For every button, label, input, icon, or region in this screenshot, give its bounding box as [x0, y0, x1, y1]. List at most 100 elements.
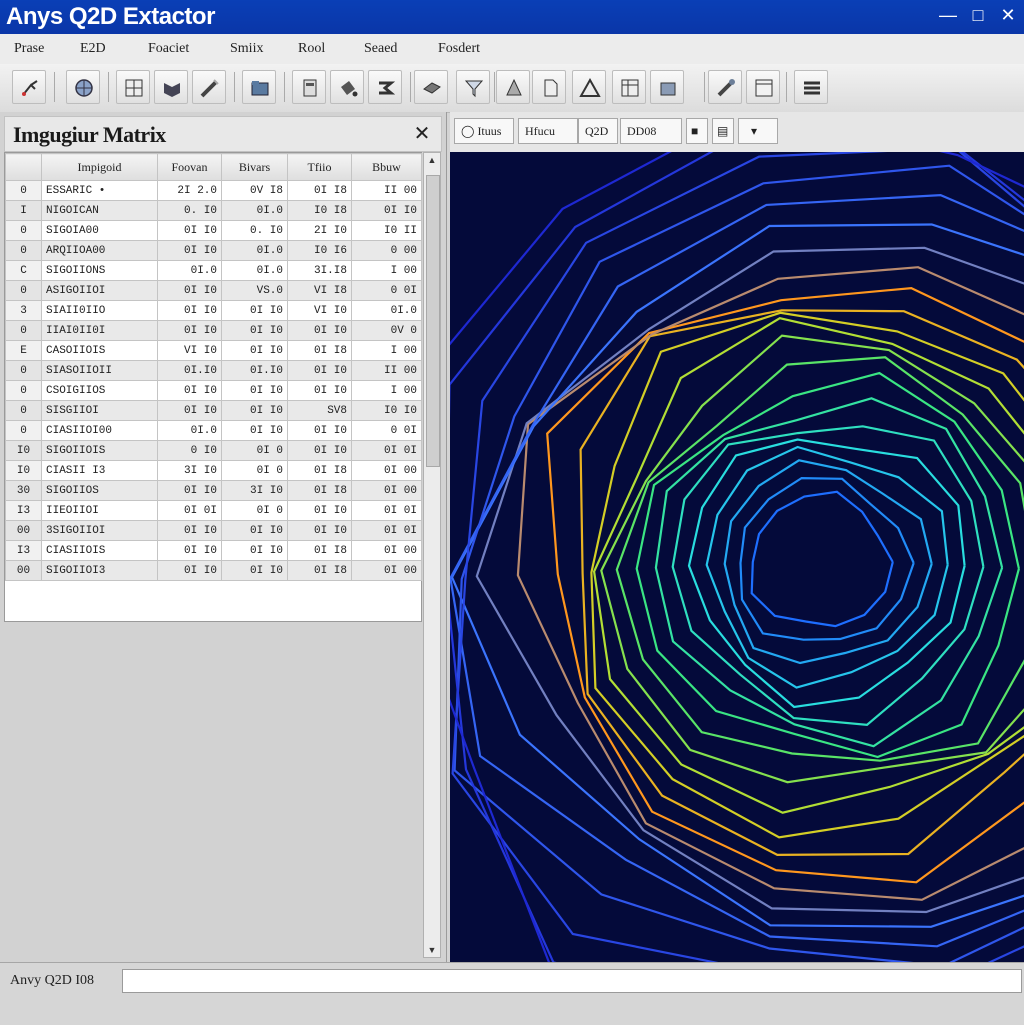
toolbar-separator — [108, 72, 109, 102]
table-row[interactable]: 0 SIGOIA00 0I I0 0. I0 2I I0 I0 II — [5, 220, 422, 241]
table-row[interactable]: 30 SIGOIIOS 0I I0 3I I0 0I I8 0I 00 — [5, 480, 422, 501]
table-row[interactable]: E CASOIIOIS VI I0 0I I0 0I I8 I 00 — [5, 340, 422, 361]
menu-item-rool[interactable]: Rool — [298, 41, 325, 57]
table-button[interactable] — [612, 70, 646, 104]
table-row[interactable]: 0 SISGIIOI 0I I0 0I I0 SV8 I0 I0 — [5, 400, 422, 421]
grid-button[interactable] — [116, 70, 150, 104]
column-header[interactable]: Foovan — [157, 153, 222, 181]
table-row[interactable]: 0 IIAI0II0I 0I I0 0I I0 0I I0 0V 0 — [5, 320, 422, 341]
column-header[interactable]: Bbuw — [351, 153, 422, 181]
funnel-button[interactable] — [456, 70, 490, 104]
bucket-button[interactable] — [330, 70, 364, 104]
view-layout-button[interactable]: ▤ — [712, 118, 734, 144]
table-row[interactable]: C SIGOIIONS 0I.0 0I.0 3I.I8 I 00 — [5, 260, 422, 281]
wand-button[interactable] — [192, 70, 226, 104]
table-cell: I0 — [5, 440, 42, 461]
cursor-button[interactable] — [12, 70, 46, 104]
view-field-dd08[interactable]: DD08 — [620, 118, 682, 144]
table-cell: I 00 — [351, 340, 422, 361]
arrow-button[interactable] — [368, 70, 402, 104]
globe-button[interactable] — [66, 70, 100, 104]
contour-line — [516, 266, 1024, 901]
command-input[interactable] — [122, 969, 1022, 993]
table-row[interactable]: 0 ARQIIOA00 0I I0 0I.0 I0 I6 0 00 — [5, 240, 422, 261]
view-dropdown-button[interactable]: ▾ — [738, 118, 778, 144]
table-row[interactable]: I3 IIEOIIOI 0I 0I 0I 0 0I I0 0I 0I — [5, 500, 422, 521]
table-cell: 0I 0I — [157, 500, 222, 521]
table-cell: CIASIIOI00 — [41, 420, 158, 441]
view-field-hfucu[interactable]: Hfucu — [518, 118, 578, 144]
table-cell: I 00 — [351, 260, 422, 281]
table-cell: SIGOIIOIS — [41, 440, 158, 461]
triangle-button[interactable] — [572, 70, 606, 104]
brush-button[interactable] — [708, 70, 742, 104]
table-row[interactable]: I NIGOICAN 0. I0 0I.0 I0 I8 0I I0 — [5, 200, 422, 221]
table-cell: 0I I0 — [287, 420, 352, 441]
table-cell: 0I I0 — [221, 300, 288, 321]
column-header[interactable]: Tfiio — [287, 153, 352, 181]
cone-button[interactable] — [496, 70, 530, 104]
doc-button[interactable] — [532, 70, 566, 104]
maximize-button[interactable]: □ — [966, 4, 990, 26]
table-row[interactable]: 0 ESSARIC • 2I 2.0 0V I8 0I I8 II 00 — [5, 180, 422, 201]
view-option-button[interactable]: ■ — [686, 118, 708, 144]
radio-icon: ◯ — [461, 124, 475, 138]
menu-item-foaciet[interactable]: Foaciet — [148, 41, 189, 57]
table-row[interactable]: 3 SIAII0IIO 0I I0 0I I0 VI I0 0I.0 — [5, 300, 422, 321]
table-cell: 0I I0 — [157, 560, 222, 581]
table-row[interactable]: I3 CIASIIOIS 0I I0 0I I0 0I I8 0I 00 — [5, 540, 422, 561]
table-row[interactable]: 0 ASIGOIIOI 0I I0 VS.0 VI I8 0 0I — [5, 280, 422, 301]
table-row[interactable]: I0 SIGOIIOIS 0 I0 0I 0 0I I0 0I 0I — [5, 440, 422, 461]
table-row[interactable]: 0 CSOIGIIOS 0I I0 0I I0 0I I0 I 00 — [5, 380, 422, 401]
list-button[interactable] — [794, 70, 828, 104]
scroll-down-icon[interactable]: ▼ — [424, 945, 440, 955]
window-button[interactable] — [746, 70, 780, 104]
arrow-icon — [379, 81, 396, 95]
page-button[interactable] — [292, 70, 326, 104]
view-field-q2d[interactable]: Q2D — [578, 118, 618, 144]
menu-item-e2d[interactable]: E2D — [80, 41, 106, 57]
column-header[interactable]: Bivars — [221, 153, 288, 181]
table-row[interactable]: 0 SIASOIIOII 0I.I0 0I.I0 0I I0 II 00 — [5, 360, 422, 381]
table-cell: 0I I0 — [287, 500, 352, 521]
title-bar: Anys Q2D Extactor — □ ✕ — [0, 0, 1024, 34]
table-cell: SIASOIIOII — [41, 360, 158, 381]
globe-icon — [75, 79, 93, 97]
minimize-button[interactable]: — — [936, 4, 960, 26]
folder-button[interactable] — [242, 70, 276, 104]
close-window-button[interactable]: ✕ — [996, 4, 1020, 26]
contour-line — [600, 334, 1024, 784]
table-cell: I0 I8 — [287, 200, 352, 221]
menu-item-smiix[interactable]: Smiix — [230, 41, 263, 57]
menu-item-seaed[interactable]: Seaed — [364, 41, 397, 57]
table-icon — [621, 79, 639, 97]
column-header[interactable] — [5, 153, 42, 181]
table-cell: 0I I0 — [221, 380, 288, 401]
view-mode-toggle[interactable]: ◯ Ituus — [454, 118, 514, 144]
contour-line — [654, 397, 1004, 748]
table-cell: 0I I0 — [157, 540, 222, 561]
menu-item-fosdert[interactable]: Fosdert — [438, 41, 480, 57]
vertical-scrollbar[interactable]: ▲ ▼ — [423, 152, 441, 958]
table-cell: 0I 00 — [351, 560, 422, 581]
field-viewport[interactable] — [405, 107, 1024, 1025]
wand-icon — [200, 79, 219, 98]
scrollbar-thumb[interactable] — [426, 175, 440, 467]
table-row[interactable]: 00 SIGOIIOI3 0I I0 0I I0 0I I8 0I 00 — [5, 560, 422, 581]
menu-item-prase[interactable]: Prase — [14, 41, 44, 57]
table-cell: 0. I0 — [157, 200, 222, 221]
scroll-up-icon[interactable]: ▲ — [424, 155, 440, 165]
table-row[interactable]: 00 3SIGOIIOI 0I I0 0I I0 0I I0 0I 0I — [5, 520, 422, 541]
box-button[interactable] — [650, 70, 684, 104]
table-cell: 0 — [5, 420, 42, 441]
flag-button[interactable] — [154, 70, 188, 104]
panel-close-button[interactable]: ✕ — [409, 121, 435, 147]
table-cell: I0 II — [351, 220, 422, 241]
table-cell: 0 — [5, 380, 42, 401]
column-header[interactable]: Impigoid — [41, 153, 158, 181]
view-mode-label: Ituus — [477, 124, 502, 138]
table-cell: 0 0I — [351, 420, 422, 441]
eraser-button[interactable] — [414, 70, 448, 104]
table-row[interactable]: 0 CIASIIOI00 0I.0 0I I0 0I I0 0 0I — [5, 420, 422, 441]
table-row[interactable]: I0 CIASII I3 3I I0 0I 0 0I I8 0I 00 — [5, 460, 422, 481]
